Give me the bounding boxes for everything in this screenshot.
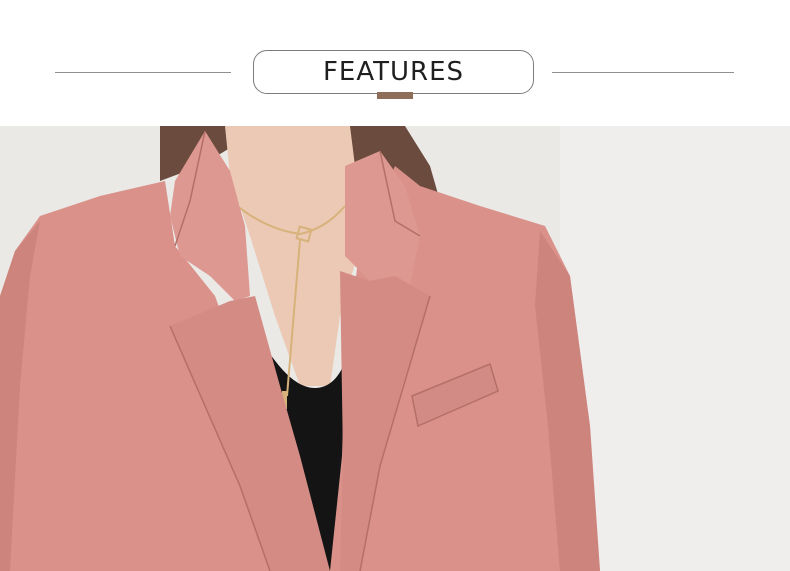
features-title: FEATURES bbox=[322, 57, 465, 87]
product-photo bbox=[0, 126, 790, 571]
features-header: FEATURES bbox=[0, 0, 790, 126]
header-rule-left bbox=[55, 72, 231, 73]
header-rule-right bbox=[552, 72, 734, 73]
features-title-pill: FEATURES bbox=[253, 50, 534, 94]
title-accent-bar bbox=[377, 92, 413, 99]
